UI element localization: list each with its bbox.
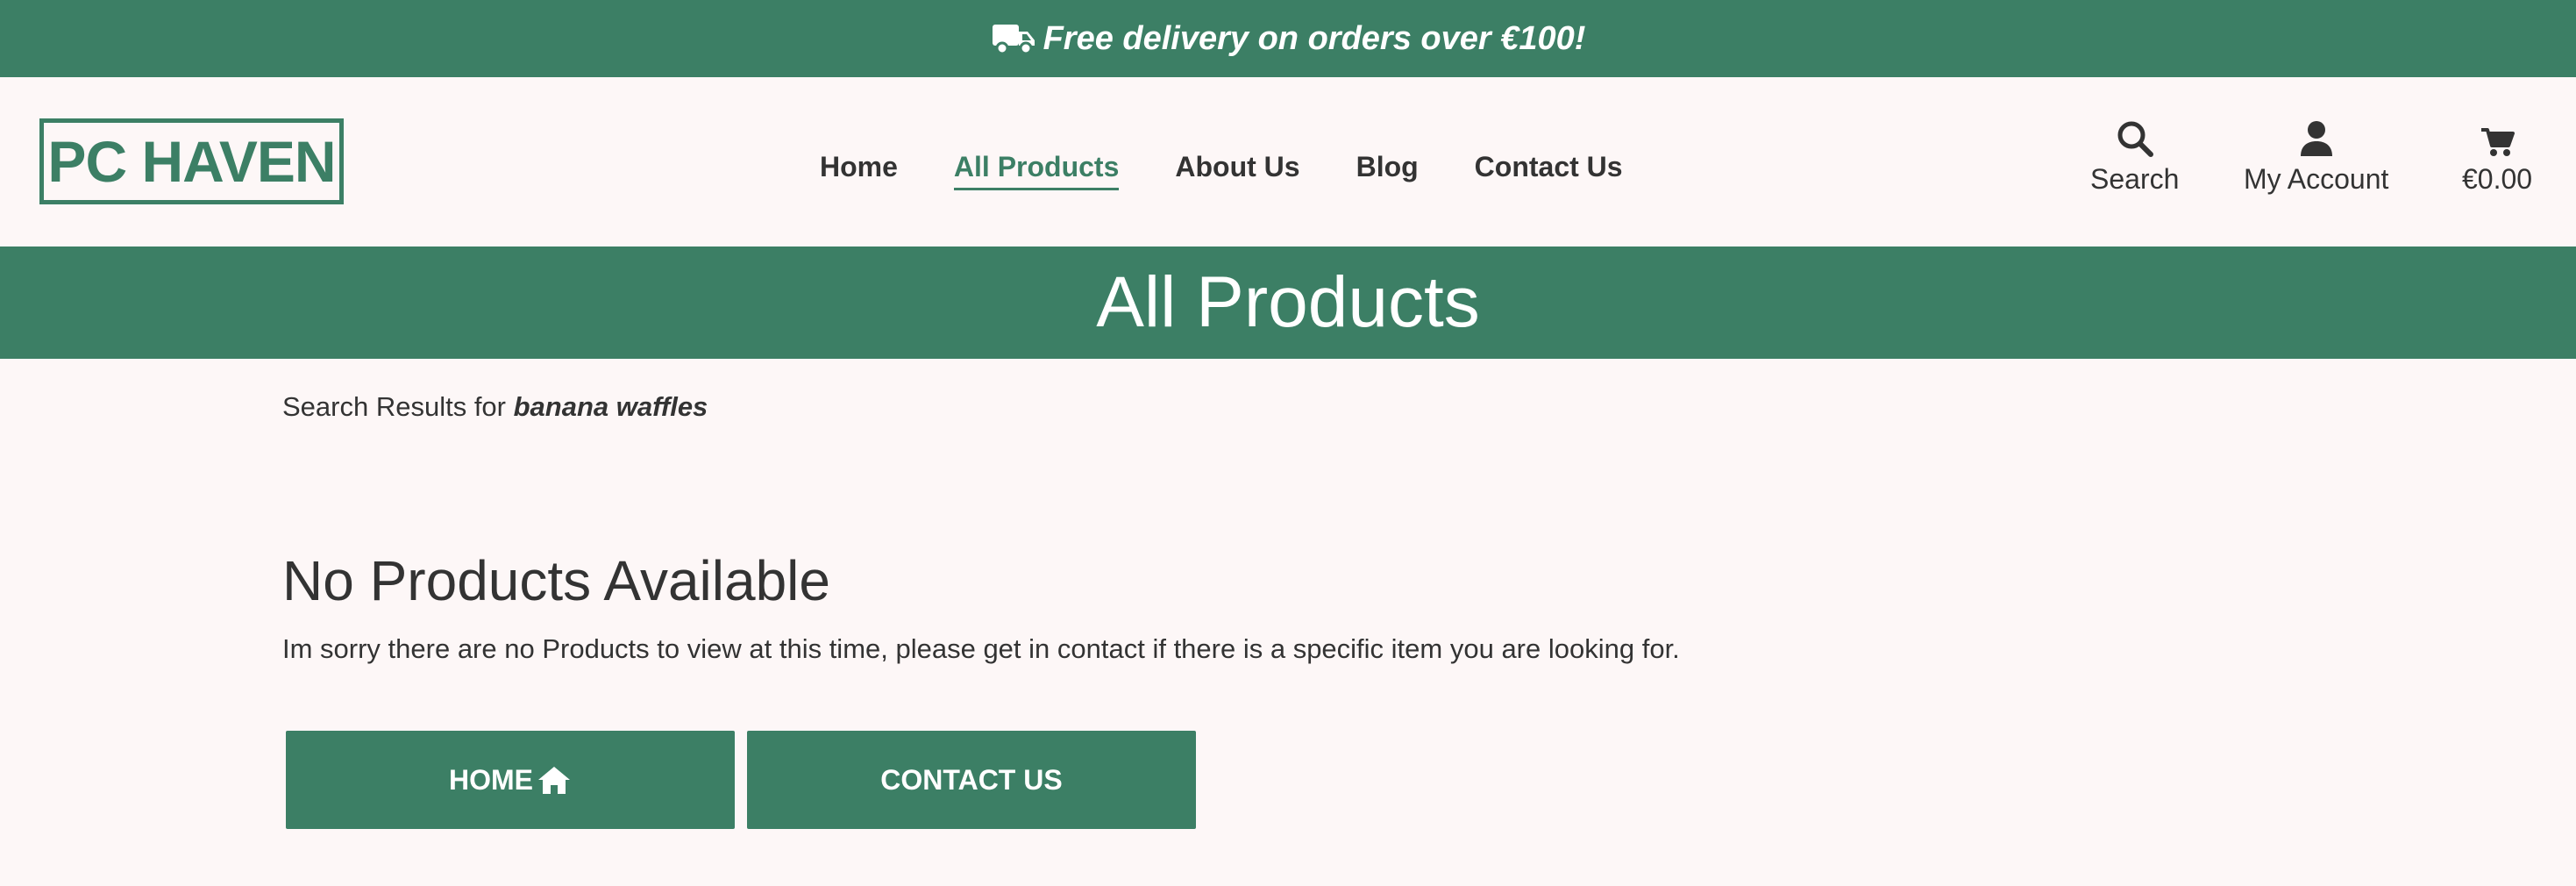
- nav-about-us[interactable]: About Us: [1175, 149, 1299, 190]
- home-button[interactable]: HOME: [286, 731, 735, 829]
- site-logo[interactable]: PC HAVEN: [39, 118, 344, 204]
- contact-us-button[interactable]: CONTACT US: [747, 731, 1196, 829]
- my-account-button[interactable]: My Account: [2244, 119, 2388, 196]
- page-banner: All Products: [0, 247, 2576, 359]
- nav-blog[interactable]: Blog: [1356, 149, 1419, 190]
- contact-us-button-label: CONTACT US: [880, 763, 1063, 796]
- search-query: banana waffles: [513, 391, 708, 422]
- home-button-label: HOME: [449, 763, 533, 796]
- home-icon: [537, 764, 572, 796]
- nav-contact-us[interactable]: Contact Us: [1475, 149, 1623, 190]
- site-header: PC HAVEN Home All Products About Us Blog…: [0, 77, 2576, 247]
- page-title: All Products: [1096, 262, 1480, 342]
- nav-all-products[interactable]: All Products: [953, 149, 1120, 190]
- promo-bar: Free delivery on orders over €100!: [0, 0, 2576, 77]
- empty-state-message: Im sorry there are no Products to view a…: [282, 633, 1680, 664]
- search-results-line: Search Results for banana waffles: [282, 391, 708, 423]
- nav-home[interactable]: Home: [820, 149, 898, 190]
- promo-text: Free delivery on orders over €100!: [1042, 19, 1586, 57]
- search-icon: [2116, 119, 2154, 158]
- cart-icon: [2480, 119, 2516, 158]
- my-account-label: My Account: [2244, 163, 2389, 195]
- cart-button[interactable]: €0.00: [2462, 119, 2532, 196]
- user-icon: [2299, 119, 2334, 158]
- empty-state-title: No Products Available: [282, 549, 830, 612]
- search-results-prefix: Search Results for: [282, 391, 506, 422]
- truck-icon: [991, 21, 1036, 56]
- main-nav: Home All Products About Us Blog Contact …: [820, 149, 1623, 190]
- search-button[interactable]: Search: [2090, 119, 2179, 196]
- cart-total: €0.00: [2462, 163, 2533, 195]
- search-label: Search: [2090, 163, 2180, 195]
